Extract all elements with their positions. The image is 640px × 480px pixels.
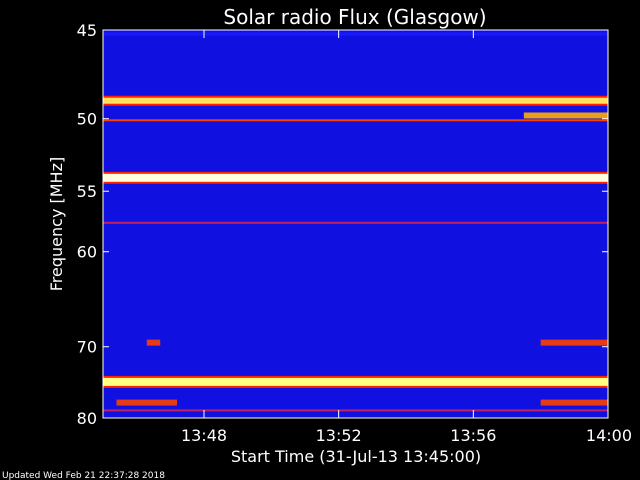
burst-2 [540,399,608,406]
y-tick-label-2: 55 [77,182,97,201]
y-tick-label-4: 70 [77,338,97,357]
updated-timestamp: Updated Wed Feb 21 22:37:28 2018 [2,471,165,480]
burst-1 [116,399,178,406]
y-axis-label: Frequency [MHz] [47,157,66,291]
burst-4 [540,339,608,346]
x-axis-label: Start Time (31-Jul-13 13:45:00) [231,447,481,466]
chart-title: Solar radio Flux (Glasgow) [223,5,486,29]
band-6 [103,409,608,412]
x-tick-label-1: 13:52 [316,426,362,445]
x-tick-label-3: 14:00 [586,426,632,445]
y-tick-label-0: 45 [77,21,97,40]
plot-area [102,29,609,419]
band-5 [103,377,608,386]
band-0 [103,32,608,36]
band-2 [103,119,608,122]
x-tick-label-2: 13:56 [450,426,496,445]
x-tick-label-0: 13:48 [181,426,227,445]
band-1 [103,97,608,104]
y-tick-label-3: 60 [77,243,97,262]
band-3 [103,173,608,182]
chart-root: Solar radio Flux (Glasgow) 45 50 55 60 70 80 … [0,0,640,480]
burst-3 [146,339,161,346]
burst-0 [523,112,608,119]
band-4 [103,221,608,224]
y-tick-label-1: 50 [77,110,97,129]
spectrogram-chart: Solar radio Flux (Glasgow) 455055607080 … [2,5,632,480]
y-tick-label-5: 80 [77,409,97,428]
plot-background [103,30,608,418]
